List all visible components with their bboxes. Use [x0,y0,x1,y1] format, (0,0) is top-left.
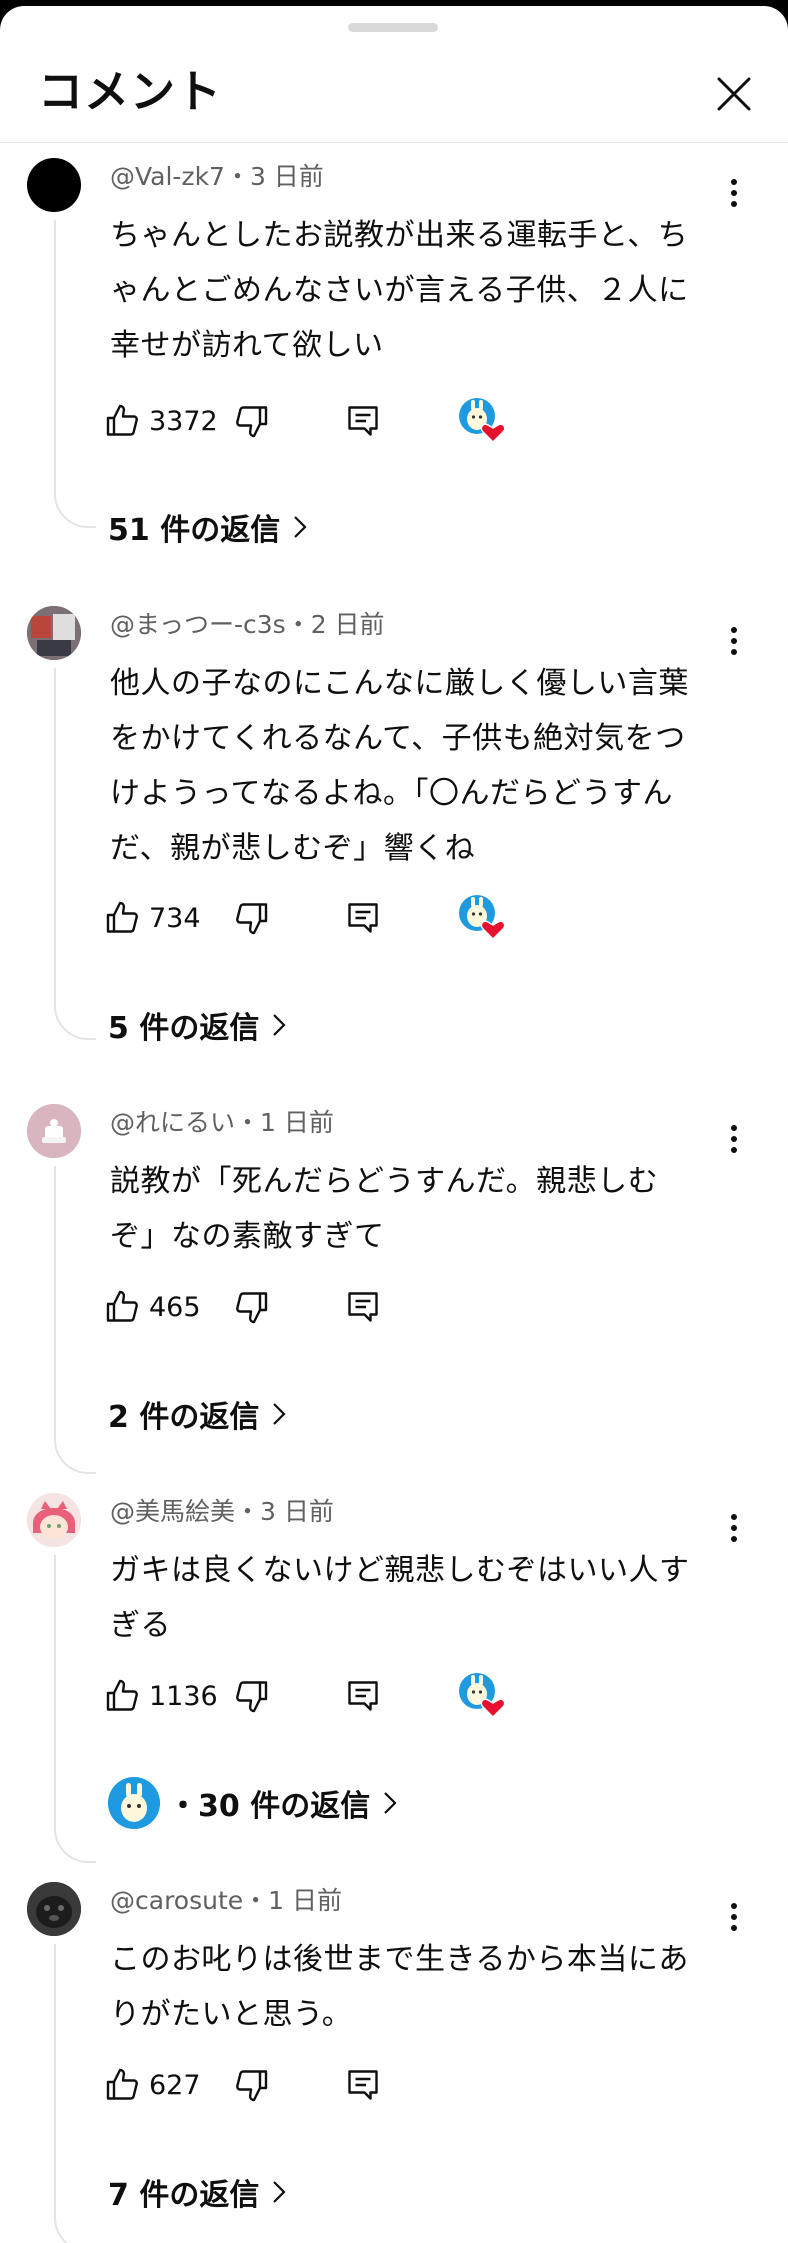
creator-heart-badge [457,396,509,446]
avatar[interactable] [27,1882,81,1936]
like-count: 734 [149,902,201,934]
dislike-button[interactable] [233,1282,269,1332]
dislike-button[interactable] [233,396,269,446]
comment-meta: @れにるい・1 日前 [110,1108,334,1137]
comment-meta: @Val-zk7・3 日前 [110,162,324,191]
reply-button[interactable] [345,2060,381,2110]
close-icon [717,77,751,111]
replies-label: 51 件の返信 [108,513,281,548]
like-count: 3372 [149,405,218,437]
replies-label: 2 件の返信 [108,1400,260,1435]
view-replies-button[interactable]: 7 件の返信 [108,2167,287,2217]
like-icon [106,901,138,933]
dislike-icon [236,1292,268,1324]
like-button[interactable]: 465 [105,1282,201,1332]
chevron-right-icon [294,516,307,538]
comment-text: 他人の子なのにこんなに厳しく優しい言葉 をかけてくれるなんて、子供も絶対気をつ … [110,666,689,866]
avatar-photo [27,1493,81,1547]
avatar[interactable] [27,1493,81,1547]
like-icon [106,2068,138,2100]
comment-actions: 1136 [105,1671,705,1721]
reply-icon [348,1292,378,1322]
chevron-right-icon [273,1014,286,1036]
comment-meta: @まっつー-c3s・2 日前 [110,610,385,639]
creator-avatar-icon [108,1777,160,1829]
page-title: コメント [38,65,223,118]
comments-sheet: コメント @Val-zk7・3 日前 ちゃんとしたお説教が出来る運転手と、ち ゃ… [0,6,788,2243]
comment-text: ガキは良くないけど親悲しむぞはいい人す ぎる [110,1553,690,1643]
creator-heart-icon [459,895,506,941]
comment-meta: @carosute・1 日前 [110,1886,342,1915]
dislike-button[interactable] [233,1671,269,1721]
comment-actions: 627 [105,2060,705,2110]
reply-button[interactable] [345,1282,381,1332]
chevron-right-icon [384,1792,397,1814]
avatar[interactable] [27,1104,81,1158]
creator-heart-badge [457,893,509,943]
avatar-photo [27,1104,81,1158]
reply-button[interactable] [345,893,381,943]
like-count: 465 [149,1291,201,1323]
avatar[interactable] [27,158,81,212]
like-icon [106,1290,138,1322]
thread-line [54,1166,96,1474]
like-count: 1136 [149,1680,218,1712]
comment-actions: 734 [105,893,705,943]
comment-meta: @美馬絵美・3 日前 [110,1497,334,1526]
reply-icon [348,2070,378,2100]
creator-heart-icon [459,398,506,444]
reply-icon [348,406,378,436]
like-button[interactable]: 1136 [105,1671,218,1721]
dislike-icon [236,1681,268,1713]
thread-line [54,220,96,528]
dislike-icon [236,2070,268,2102]
dislike-button[interactable] [233,2060,269,2110]
comment-text: 説教が「死んだらどうすんだ。親悲しむ ぞ」なの素敵すぎて [110,1164,659,1254]
thread-line [54,1555,96,1863]
chevron-right-icon [273,1403,286,1425]
reply-button[interactable] [345,1671,381,1721]
dislike-icon [236,903,268,935]
like-button[interactable]: 3372 [105,396,218,446]
replies-label: 5 件の返信 [108,1011,260,1046]
comment-text: ちゃんとしたお説教が出来る運転手と、ち ゃんとごめんなさいが言える子供、２人に … [110,218,689,363]
comment-text: このお叱りは後世まで生きるから本当にあ りがたいと思う。 [110,1942,689,2032]
avatar-photo [27,1882,81,1936]
like-button[interactable]: 734 [105,893,201,943]
sheet-header: コメント [0,6,788,143]
replies-label: ・30 件の返信 [168,1789,371,1824]
view-replies-button[interactable]: 51 件の返信 [108,502,308,552]
view-replies-button[interactable]: 5 件の返信 [108,1000,287,1050]
creator-avatar [108,1777,160,1829]
comment-actions: 465 [105,1282,705,1332]
replies-label: 7 件の返信 [108,2178,260,2213]
avatar-photo [27,606,81,660]
like-icon [106,404,138,436]
reply-icon [348,1681,378,1711]
reply-icon [348,903,378,933]
thread-line [54,668,96,1040]
dislike-icon [236,406,268,438]
view-replies-button[interactable]: 2 件の返信 [108,1389,287,1439]
dislike-button[interactable] [233,893,269,943]
like-count: 627 [149,2069,201,2101]
comment-actions: 3372 [105,396,705,446]
avatar[interactable] [27,606,81,660]
chevron-right-icon [273,2181,286,2203]
view-replies-button[interactable]: ・30 件の返信 [108,1777,398,1829]
like-button[interactable]: 627 [105,2060,201,2110]
creator-heart-icon [459,1673,506,1719]
close-button[interactable] [708,68,760,120]
reply-button[interactable] [345,396,381,446]
like-icon [106,1679,138,1711]
creator-heart-badge [457,1671,509,1721]
thread-line [54,1944,96,2243]
